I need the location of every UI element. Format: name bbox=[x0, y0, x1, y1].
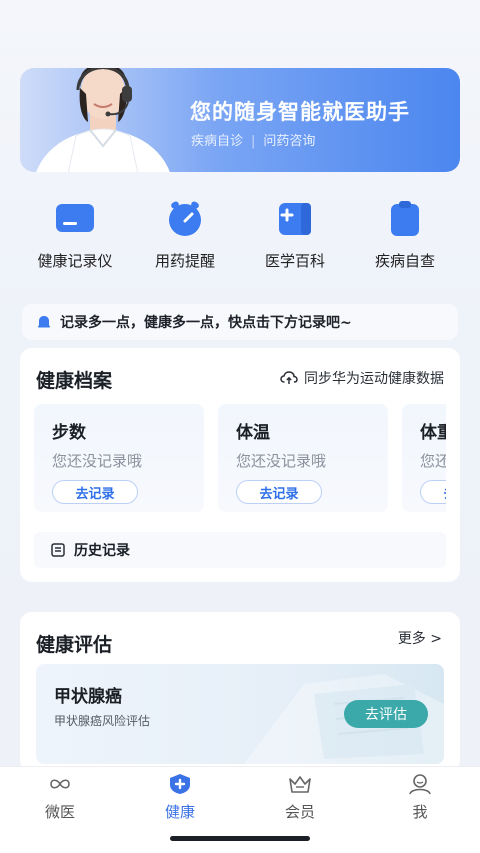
quick-action-medication-reminder[interactable]: 用药提醒 bbox=[130, 196, 240, 271]
metric-name: 体温 bbox=[236, 423, 270, 443]
banner-title: 您的随身智能就医助手 bbox=[190, 100, 410, 124]
plus-shield-icon bbox=[170, 774, 190, 794]
assistant-avatar-illustration bbox=[36, 68, 170, 172]
metric-card-weight[interactable]: 体重 您还没记录哦 去记录 bbox=[402, 404, 446, 512]
assessment-name: 甲状腺癌 bbox=[54, 687, 122, 707]
user-icon bbox=[409, 774, 431, 795]
home-indicator[interactable] bbox=[170, 836, 310, 841]
quick-action-label: 用药提醒 bbox=[154, 252, 215, 270]
quick-actions: 健康记录仪 用药提醒 医学百科 疾病自查 bbox=[20, 196, 460, 276]
record-temperature-button[interactable]: 去记录 bbox=[236, 480, 322, 504]
notice-text: 记录多一点，健康多一点，快点击下方记录吧~ bbox=[60, 315, 352, 331]
sync-huawei-health-button[interactable]: 同步华为运动健康数据 bbox=[280, 368, 444, 388]
tab-health[interactable]: 健康 bbox=[120, 773, 240, 822]
cloud-sync-icon bbox=[280, 371, 298, 384]
banner-separator: | bbox=[251, 134, 256, 149]
record-weight-button[interactable]: 去记录 bbox=[420, 480, 446, 504]
health-records-card: 健康档案 同步华为运动健康数据 步数 您还没记录哦 去记录 体温 您还没记录哦 … bbox=[20, 348, 460, 582]
history-label: 历史记录 bbox=[74, 543, 130, 559]
health-assessment-title: 健康评估 bbox=[36, 634, 113, 656]
quick-action-label: 医学百科 bbox=[264, 252, 325, 270]
metric-card-steps[interactable]: 步数 您还没记录哦 去记录 bbox=[34, 404, 204, 512]
infinity-icon bbox=[50, 779, 70, 789]
medical-book-icon bbox=[279, 203, 311, 235]
metrics-carousel[interactable]: 步数 您还没记录哦 去记录 体温 您还没记录哦 去记录 体重 您还没记录哦 去记… bbox=[34, 404, 446, 512]
metric-name: 体重 bbox=[420, 423, 446, 443]
more-assessments-link[interactable]: 更多 > bbox=[398, 628, 442, 648]
sync-label: 同步华为运动健康数据 bbox=[304, 371, 444, 387]
tab-label: 我 bbox=[412, 803, 428, 821]
document-icon bbox=[51, 543, 65, 557]
metric-name: 步数 bbox=[52, 423, 86, 443]
health-records-title: 健康档案 bbox=[36, 370, 113, 392]
record-steps-button[interactable]: 去记录 bbox=[52, 480, 138, 504]
metric-empty-text: 您还没记录哦 bbox=[52, 452, 143, 470]
clock-icon bbox=[169, 201, 201, 236]
tab-me[interactable]: 我 bbox=[360, 773, 480, 822]
start-assessment-button[interactable]: 去评估 bbox=[344, 700, 428, 728]
disease-self-diagnosis-link[interactable]: 疾病自诊 bbox=[191, 134, 243, 149]
metric-empty-text: 您还没记录哦 bbox=[236, 452, 327, 470]
metric-empty-text: 您还没记录哦 bbox=[420, 452, 446, 470]
thyroid-cancer-assessment[interactable]: 甲状腺癌 甲状腺癌风险评估 去评估 bbox=[36, 664, 444, 764]
monitor-icon bbox=[56, 204, 94, 232]
clipboard-icon bbox=[391, 201, 419, 236]
metric-card-temperature[interactable]: 体温 您还没记录哦 去记录 bbox=[218, 404, 388, 512]
medicine-consult-link[interactable]: 问药咨询 bbox=[263, 134, 315, 149]
crown-icon bbox=[289, 776, 311, 793]
tab-label: 健康 bbox=[164, 803, 195, 821]
assessment-subtitle: 甲状腺癌风险评估 bbox=[54, 714, 151, 728]
quick-action-medical-encyclopedia[interactable]: 医学百科 bbox=[240, 196, 350, 271]
quick-action-health-recorder[interactable]: 健康记录仪 bbox=[20, 196, 130, 271]
banner-links: 疾病自诊 | 问药咨询 bbox=[191, 130, 315, 149]
quick-action-label: 疾病自查 bbox=[374, 252, 435, 270]
bell-icon bbox=[38, 316, 50, 328]
tab-membership[interactable]: 会员 bbox=[240, 773, 360, 822]
quick-action-label: 健康记录仪 bbox=[37, 252, 113, 270]
tab-label: 会员 bbox=[284, 803, 315, 821]
record-reminder-notice: 记录多一点，健康多一点，快点击下方记录吧~ bbox=[22, 304, 458, 340]
quick-action-disease-self-check[interactable]: 疾病自查 bbox=[350, 196, 460, 271]
tab-label: 微医 bbox=[44, 803, 75, 821]
tab-weiyi[interactable]: 微医 bbox=[0, 773, 120, 822]
history-records-button[interactable]: 历史记录 bbox=[34, 532, 446, 568]
health-assessment-card: 健康评估 更多 > 甲状腺癌 甲状腺癌风险评估 去评估 bbox=[20, 612, 460, 772]
assistant-banner[interactable]: 您的随身智能就医助手 疾病自诊 | 问药咨询 bbox=[20, 68, 460, 172]
